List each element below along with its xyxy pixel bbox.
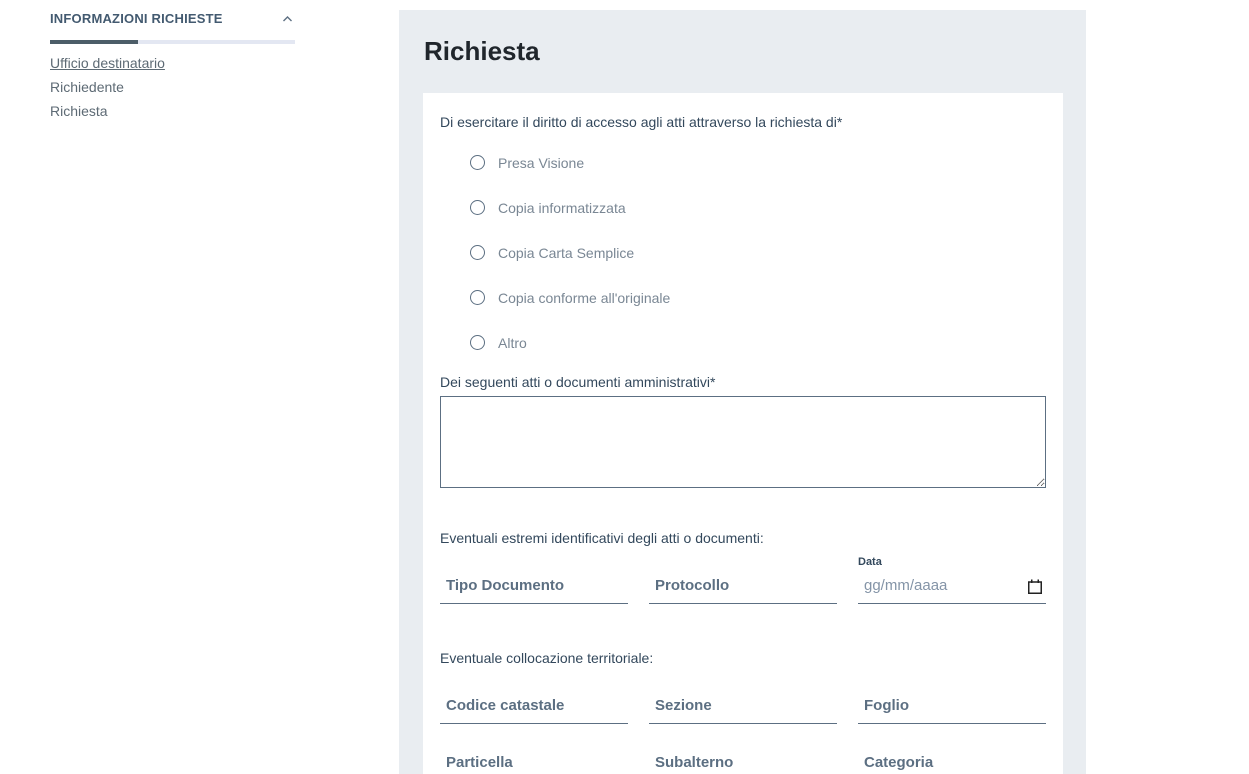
radio-unchecked-icon: [470, 335, 485, 350]
radio-option-copia-informatizzata[interactable]: Copia informatizzata: [440, 185, 1046, 230]
territorial-fields-row-1: [440, 694, 1046, 724]
categoria-input[interactable]: [858, 751, 1046, 774]
sidebar-title: INFORMAZIONI RICHIESTE: [50, 11, 223, 27]
radio-unchecked-icon: [470, 245, 485, 260]
data-field-label: Data: [858, 556, 1046, 568]
sidebar: INFORMAZIONI RICHIESTE Ufficio destinata…: [50, 10, 295, 128]
radio-unchecked-icon: [470, 155, 485, 170]
radio-unchecked-icon: [470, 290, 485, 305]
radio-option-copia-carta-semplice[interactable]: Copia Carta Semplice: [440, 230, 1046, 275]
radio-option-label: Presa Visione: [498, 155, 584, 171]
codice-catastale-field: [440, 694, 628, 724]
categoria-field: [858, 751, 1046, 774]
sidebar-item-ufficio-destinatario[interactable]: Ufficio destinatario: [50, 56, 295, 71]
chevron-up-icon[interactable]: [282, 10, 293, 28]
sidebar-accordion-header[interactable]: INFORMAZIONI RICHIESTE: [50, 10, 295, 28]
identifier-fields-row: Data: [440, 556, 1046, 604]
radio-option-label: Copia conforme all'originale: [498, 290, 670, 306]
radio-option-altro[interactable]: Altro: [440, 320, 1046, 365]
progress-fill: [50, 40, 138, 44]
sidebar-item-richiesta[interactable]: Richiesta: [50, 104, 295, 119]
radio-unchecked-icon: [470, 200, 485, 215]
foglio-input[interactable]: [858, 694, 1046, 724]
sidebar-item-richiedente[interactable]: Richiedente: [50, 80, 295, 95]
foglio-field: [858, 694, 1046, 724]
radio-option-label: Altro: [498, 335, 527, 351]
access-question-label: Di esercitare il diritto di accesso agli…: [440, 112, 1046, 132]
radio-option-label: Copia Carta Semplice: [498, 245, 634, 261]
page-title: Richiesta: [424, 36, 1063, 66]
data-input[interactable]: [858, 574, 1046, 604]
territorial-fields-row-2: [440, 751, 1046, 774]
particella-field: [440, 751, 628, 774]
progress-bar: [50, 40, 295, 44]
radio-option-copia-conforme[interactable]: Copia conforme all'originale: [440, 275, 1046, 320]
documents-label: Dei seguenti atti o documenti amministra…: [440, 372, 1046, 392]
documents-textarea[interactable]: [440, 396, 1046, 488]
protocollo-field: [649, 574, 837, 604]
territorial-label: Eventuale collocazione territoriale:: [440, 648, 1046, 668]
radio-option-label: Copia informatizzata: [498, 200, 626, 216]
particella-input[interactable]: [440, 751, 628, 774]
codice-catastale-input[interactable]: [440, 694, 628, 724]
sidebar-nav: Ufficio destinatario Richiedente Richies…: [50, 56, 295, 119]
tipo-documento-input[interactable]: [440, 574, 628, 604]
radio-option-presa-visione[interactable]: Presa Visione: [440, 140, 1046, 185]
subalterno-field: [649, 751, 837, 774]
form-card: Di esercitare il diritto di accesso agli…: [423, 93, 1063, 774]
sezione-field: [649, 694, 837, 724]
identifiers-label: Eventuali estremi identificativi degli a…: [440, 528, 1046, 548]
data-field: Data: [858, 556, 1046, 604]
access-type-radio-group: Presa Visione Copia informatizzata Copia…: [440, 140, 1046, 365]
subalterno-input[interactable]: [649, 751, 837, 774]
sezione-input[interactable]: [649, 694, 837, 724]
protocollo-input[interactable]: [649, 574, 837, 604]
tipo-documento-field: [440, 574, 628, 604]
calendar-icon[interactable]: [1027, 579, 1043, 595]
main-panel: Richiesta Di esercitare il diritto di ac…: [399, 10, 1086, 774]
